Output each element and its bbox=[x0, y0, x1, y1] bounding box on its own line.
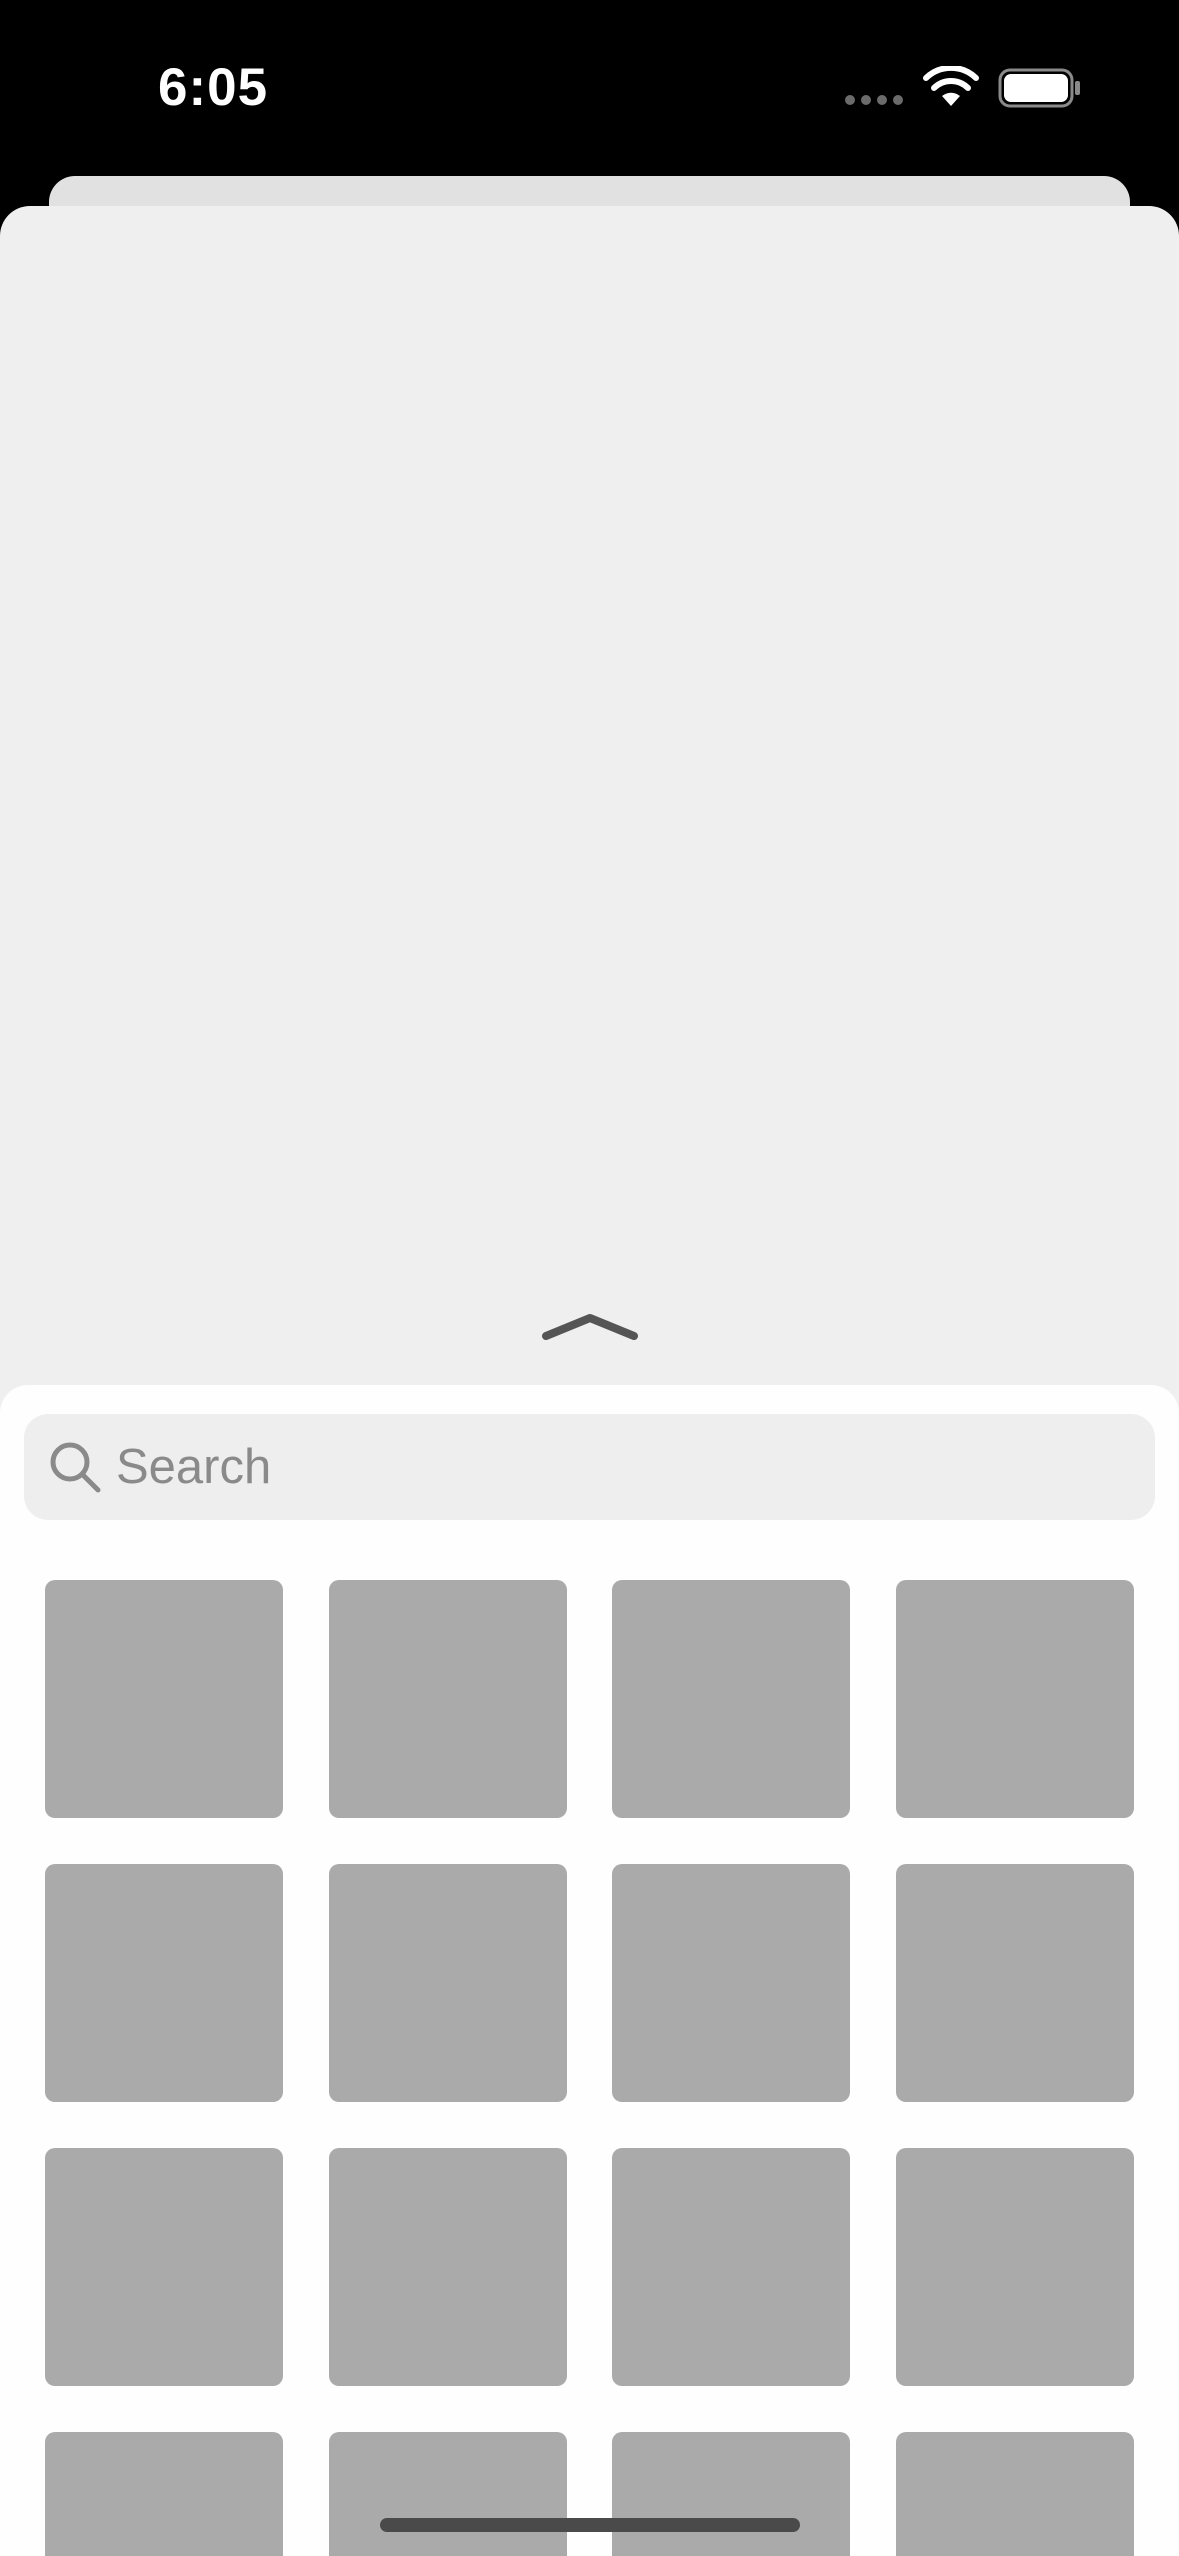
battery-icon bbox=[998, 68, 1080, 108]
search-bar[interactable] bbox=[24, 1414, 1155, 1520]
bottom-sheet bbox=[0, 1385, 1179, 2556]
grid-tile[interactable] bbox=[896, 2432, 1134, 2556]
cellular-signal-icon bbox=[845, 95, 905, 107]
grid-tile[interactable] bbox=[329, 2148, 567, 2386]
tile-grid bbox=[45, 1580, 1134, 2556]
grid-tile[interactable] bbox=[896, 2148, 1134, 2386]
search-icon bbox=[50, 1442, 101, 1493]
wifi-icon bbox=[923, 66, 979, 106]
grid-tile[interactable] bbox=[45, 2148, 283, 2386]
home-indicator[interactable] bbox=[380, 2518, 800, 2532]
chevron-up-icon[interactable] bbox=[540, 1308, 640, 1344]
grid-tile[interactable] bbox=[612, 1580, 850, 1818]
grid-tile[interactable] bbox=[612, 2432, 850, 2556]
grid-tile[interactable] bbox=[329, 1580, 567, 1818]
grid-tile[interactable] bbox=[45, 1580, 283, 1818]
grid-tile[interactable] bbox=[612, 2148, 850, 2386]
grid-tile[interactable] bbox=[45, 1864, 283, 2102]
grid-tile[interactable] bbox=[45, 2432, 283, 2556]
grid-tile[interactable] bbox=[896, 1580, 1134, 1818]
grid-tile[interactable] bbox=[329, 2432, 567, 2556]
grid-tile[interactable] bbox=[612, 1864, 850, 2102]
grid-tile[interactable] bbox=[329, 1864, 567, 2102]
status-time: 6:05 bbox=[158, 58, 269, 117]
status-bar: 6:05 bbox=[0, 0, 1179, 176]
search-input[interactable] bbox=[116, 1414, 1126, 1520]
grid-tile[interactable] bbox=[896, 1864, 1134, 2102]
